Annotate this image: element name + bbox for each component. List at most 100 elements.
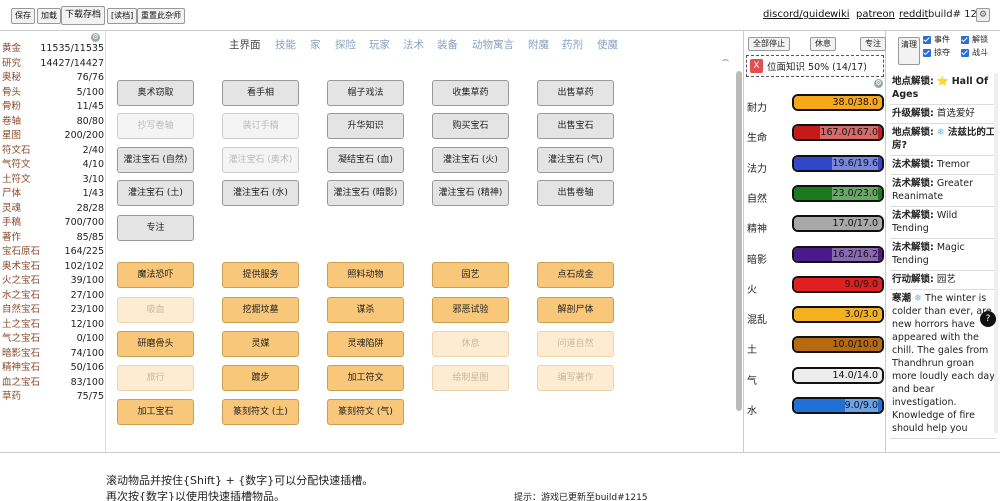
discord-link[interactable]: discord/guide <box>763 9 831 20</box>
checkbox-icon[interactable] <box>923 48 931 57</box>
action-button[interactable]: 园艺 <box>432 262 509 288</box>
tab-1[interactable]: 技能 <box>275 37 296 52</box>
resource-settings-gear-icon[interactable]: ⚙ <box>91 33 100 42</box>
action-button[interactable]: 谋杀 <box>327 297 404 323</box>
patreon-link[interactable]: patreon <box>856 9 895 20</box>
action-button[interactable]: 购买宝石 <box>432 113 509 139</box>
action-button[interactable]: 篆刻符文 (气) <box>327 399 404 425</box>
action-button[interactable]: 邪恶试验 <box>432 297 509 323</box>
action-button[interactable]: 灵媒 <box>222 331 299 357</box>
stat-bar-value: 19.6/19.6 <box>832 156 878 170</box>
reset-button[interactable]: 重置此杂师 <box>137 8 185 24</box>
action-button[interactable]: 出售草药 <box>537 80 614 106</box>
resource-value: 0/100 <box>76 333 104 344</box>
resource-name: 著作 <box>2 231 22 243</box>
action-button[interactable]: 灌注宝石 (自然) <box>117 147 194 173</box>
app-root: 保存 加载 下载存档 [读档] 重置此杂师 discord/guide wiki… <box>0 0 1000 501</box>
action-button[interactable]: 凝结宝石 (血) <box>327 147 404 173</box>
resource-value: 200/200 <box>64 130 104 141</box>
download-save-button[interactable]: 下载存档 <box>61 6 106 25</box>
stat-bar-value: 38.0/38.0 <box>832 97 878 108</box>
action-button[interactable]: 帽子戏法 <box>327 80 404 106</box>
action-button[interactable]: 专注 <box>117 215 194 241</box>
reddit-link[interactable]: reddit <box>899 9 928 20</box>
read-save-button[interactable]: [读档] <box>107 8 138 24</box>
log-filter-checkbox[interactable]: 解锁 <box>961 35 988 45</box>
main-scrollbar[interactable] <box>736 71 742 411</box>
resource-value: 39/100 <box>70 275 104 286</box>
resource-row: 气之宝石 0/100 <box>0 333 106 345</box>
stat-bar-value: 23.0/23.0 <box>832 186 878 200</box>
tab-6[interactable]: 装备 <box>437 37 458 52</box>
focus-button[interactable]: 专注 <box>860 37 886 51</box>
action-button[interactable]: 灵魂陷阱 <box>327 331 404 357</box>
resource-row: 研究 14427/14427 <box>0 58 106 70</box>
resource-row: 著作 85/85 <box>0 232 106 244</box>
load-button[interactable]: 加载 <box>37 8 61 24</box>
action-button[interactable]: 篆刻符文 (土) <box>222 399 299 425</box>
checkbox-icon[interactable] <box>961 48 969 57</box>
action-button[interactable]: 灌注宝石 (暗影) <box>327 180 404 206</box>
hint-quickslot-use: 再次按{数字}以使用快速插槽物品。 <box>106 490 285 501</box>
log-filter-checkbox[interactable]: 事件 <box>923 35 950 45</box>
rest-button[interactable]: 休息 <box>810 37 836 51</box>
stat-label: 土 <box>747 345 757 357</box>
bottom-hint-bar: 滚动物品并按住{Shift} + {数字}可以分配快速插槽。 再次按{数字}以使… <box>0 452 1000 501</box>
action-button[interactable]: 灌注宝石 (火) <box>432 147 509 173</box>
action-button[interactable]: 照料动物 <box>327 262 404 288</box>
stop-all-button[interactable]: 全部停止 <box>748 37 790 51</box>
tab-7[interactable]: 动物寓言 <box>472 37 514 52</box>
log-entry: 行动解锁: 园艺 <box>890 271 996 290</box>
tab-3[interactable]: 探险 <box>335 37 356 52</box>
action-button[interactable]: 看手相 <box>222 80 299 106</box>
checkbox-icon[interactable] <box>923 35 931 44</box>
resource-name: 水之宝石 <box>2 289 41 301</box>
log-entry: 法术解锁: Greater Reanimate <box>890 175 996 207</box>
resource-value: 85/85 <box>76 231 104 243</box>
wiki-link[interactable]: wiki <box>830 9 850 20</box>
action-button[interactable]: 灌注宝石 (精神) <box>432 180 509 206</box>
action-button[interactable]: 出售卷轴 <box>537 180 614 206</box>
action-button: 编写著作 <box>537 365 614 391</box>
tab-9[interactable]: 药剂 <box>562 37 583 52</box>
log-filter-checkbox[interactable]: 掠夺 <box>923 48 950 58</box>
tab-10[interactable]: 使魔 <box>597 37 618 52</box>
save-button[interactable]: 保存 <box>11 8 35 24</box>
action-button[interactable]: 挖掘坟墓 <box>222 297 299 323</box>
clear-log-button[interactable]: 清理 <box>898 37 920 65</box>
action-button[interactable]: 提供服务 <box>222 262 299 288</box>
action-button[interactable]: 出售宝石 <box>537 113 614 139</box>
action-button[interactable]: 灌注宝石 (水) <box>222 180 299 206</box>
settings-gear-icon[interactable]: ⚙ <box>976 8 990 22</box>
action-button[interactable]: 点石成金 <box>537 262 614 288</box>
tab-0[interactable]: 主界面 <box>229 37 261 52</box>
log-scrollbar[interactable] <box>994 73 998 433</box>
tab-4[interactable]: 玩家 <box>369 37 390 52</box>
action-button[interactable]: 魔法恐吓 <box>117 262 194 288</box>
action-button[interactable]: 收集草药 <box>432 80 509 106</box>
action-button[interactable]: 奥术窃取 <box>117 80 194 106</box>
action-button[interactable]: 加工宝石 <box>117 399 194 425</box>
resource-name: 火之宝石 <box>2 275 41 286</box>
action-button[interactable]: 踱步 <box>222 365 299 391</box>
tab-8[interactable]: 附魔 <box>528 37 549 52</box>
action-button[interactable]: 解剖尸体 <box>537 297 614 323</box>
action-button[interactable]: 灌注宝石 (土) <box>117 180 194 206</box>
action-button[interactable]: 升华知识 <box>327 113 404 139</box>
resource-name: 骨头 <box>2 86 22 98</box>
action-button[interactable]: 灌注宝石 (气) <box>537 147 614 173</box>
checkbox-icon[interactable] <box>961 35 969 44</box>
help-icon[interactable]: ? <box>980 311 996 327</box>
knowledge-close-button[interactable]: X <box>750 59 763 73</box>
resource-row: 水之宝石 27/100 <box>0 290 106 302</box>
log-entry: 地点解锁: ❄ 法兹比的工房? <box>890 124 996 156</box>
log-entry-text: 首选爱好 <box>936 108 975 119</box>
tab-5[interactable]: 法术 <box>403 37 424 52</box>
knowledge-text: 位面知识 50% (14/17) <box>767 62 867 73</box>
stats-settings-gear-icon[interactable]: ⚙ <box>874 79 883 88</box>
action-button[interactable]: 加工符文 <box>327 365 404 391</box>
hint-quickslot-assign: 滚动物品并按住{Shift} + {数字}可以分配快速插槽。 <box>106 474 374 487</box>
action-button[interactable]: 研磨骨头 <box>117 331 194 357</box>
tab-2[interactable]: 家 <box>310 37 321 52</box>
log-filter-checkbox[interactable]: 战斗 <box>961 48 988 58</box>
